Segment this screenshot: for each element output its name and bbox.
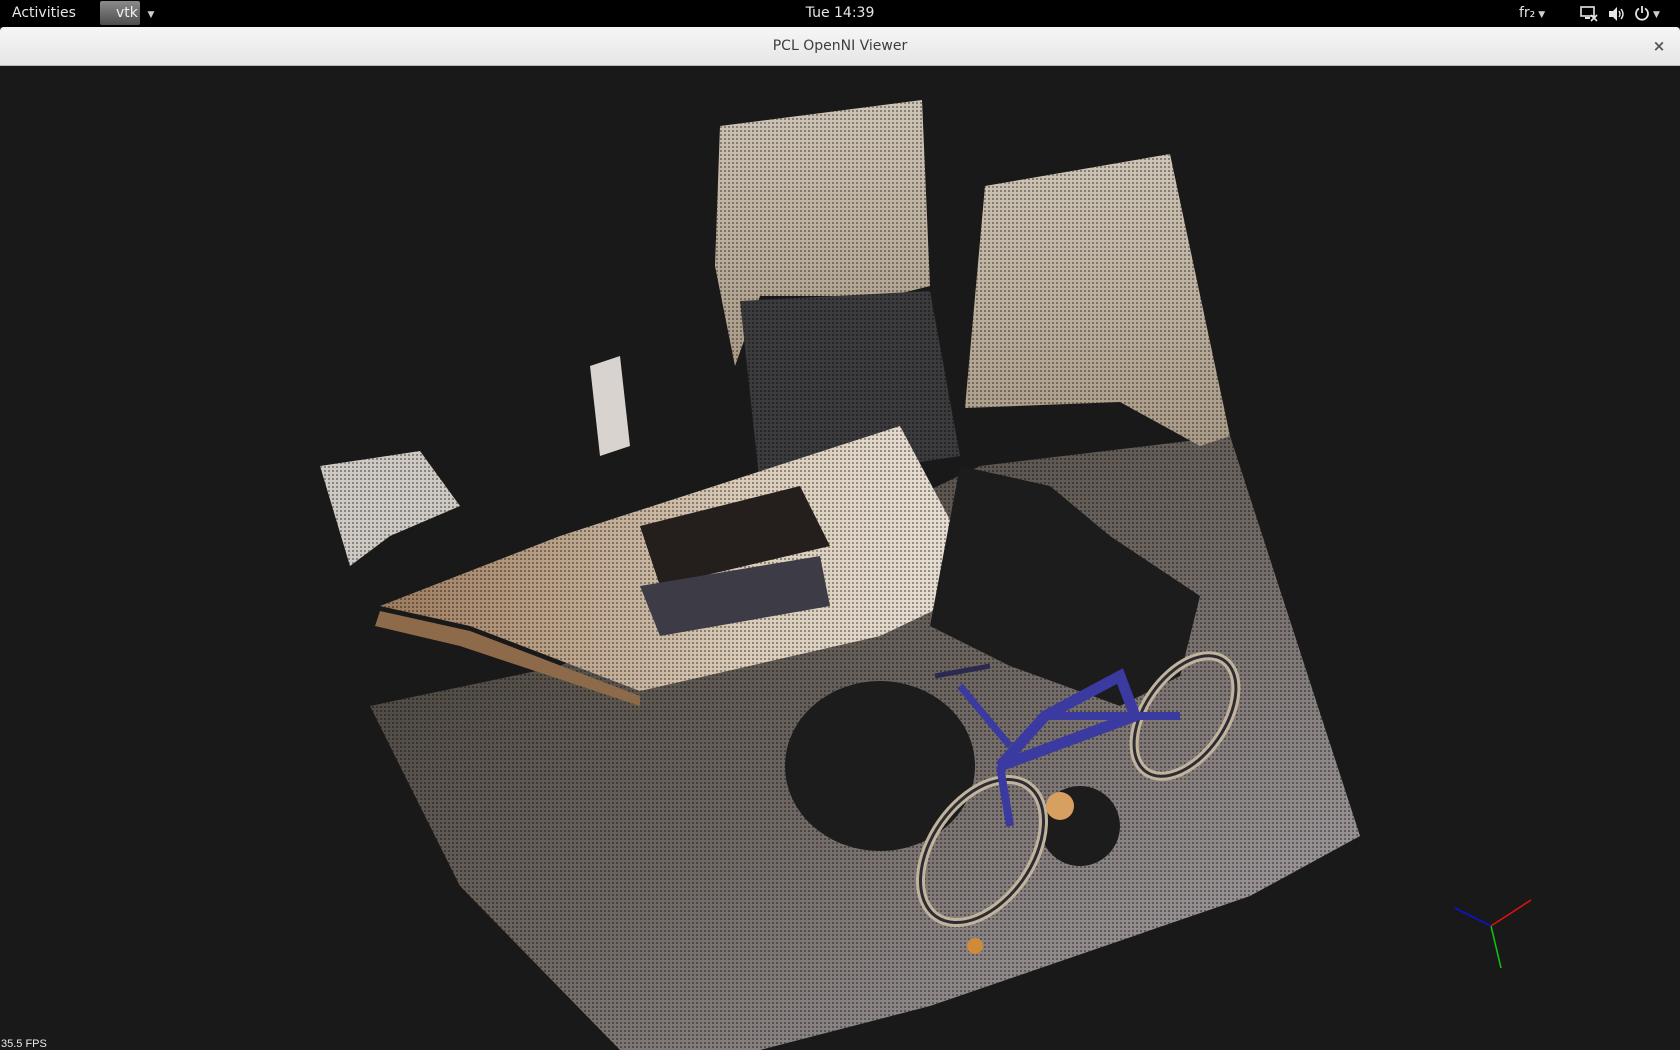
power-menu[interactable]: ▼ <box>1634 0 1660 27</box>
power-icon <box>1635 6 1649 21</box>
point-cloud-render <box>320 100 1360 1050</box>
window-title-bar[interactable]: PCL OpenNI Viewer × <box>0 27 1680 66</box>
point-cloud-viewport[interactable]: 35.5 FPS <box>0 66 1680 1050</box>
keyboard-layout-label: fr₂ <box>1519 5 1536 21</box>
x-axis-line <box>1490 899 1532 927</box>
wall-left <box>715 100 960 486</box>
chevron-down-icon: ▼ <box>1538 10 1546 20</box>
window-title: PCL OpenNI Viewer <box>772 38 908 54</box>
close-button[interactable]: × <box>1648 35 1670 57</box>
volume-icon[interactable] <box>1607 0 1627 27</box>
z-axis-line <box>1454 907 1492 927</box>
fps-counter: 35.5 FPS <box>1 1038 47 1050</box>
wall-right <box>965 154 1230 446</box>
chevron-down-icon: ▼ <box>1653 10 1660 20</box>
top-bar: Activities vtk ▼ Tue 14:39 fr₂ ▼ ▼ <box>0 0 1680 27</box>
orientation-axes-widget <box>1454 899 1532 969</box>
app-menu[interactable]: vtk ▼ <box>96 0 154 27</box>
y-axis-line <box>1490 925 1502 969</box>
keyboard-layout-menu[interactable]: fr₂ ▼ <box>1519 0 1545 27</box>
activities-button[interactable]: Activities <box>12 0 76 27</box>
network-icon[interactable] <box>1579 0 1599 27</box>
chevron-down-icon: ▼ <box>147 10 155 20</box>
clock[interactable]: Tue 14:39 <box>806 0 875 27</box>
app-menu-label: vtk <box>116 5 138 21</box>
